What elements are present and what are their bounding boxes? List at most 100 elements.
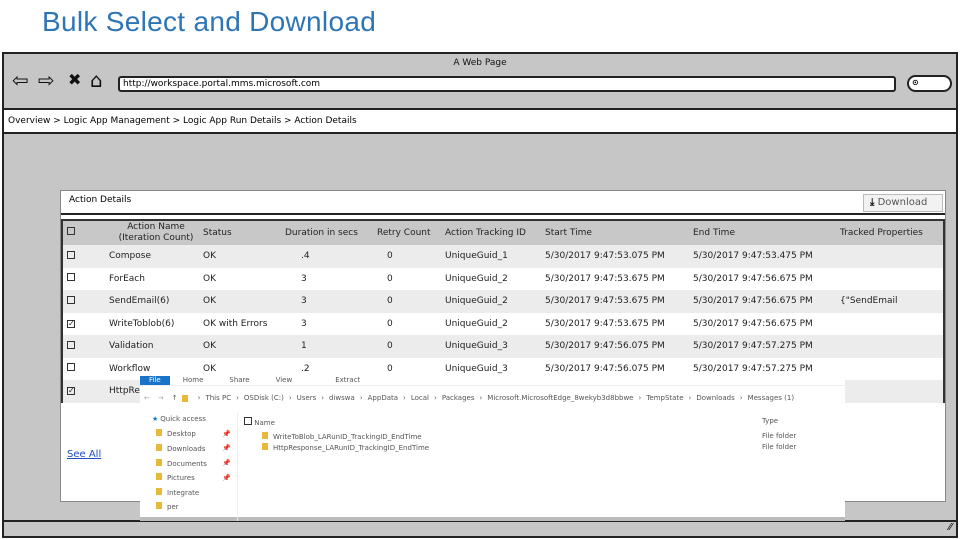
cell-status: OK bbox=[203, 363, 216, 374]
forward-icon[interactable]: → bbox=[154, 394, 168, 402]
nav-item[interactable]: Documents 📌 bbox=[140, 456, 237, 471]
nav-item[interactable]: Pictures 📌 bbox=[140, 470, 237, 485]
nav-item[interactable]: Integrate bbox=[140, 485, 237, 500]
download-icon: ⤓ bbox=[870, 197, 875, 208]
table-header: Action Name (Iteration Count) Status Dur… bbox=[63, 221, 943, 245]
cell-duration: 1 bbox=[301, 341, 307, 352]
pin-icon: 📌 bbox=[222, 444, 231, 453]
cell-start: 5/30/2017 9:47:53.075 PM bbox=[545, 251, 665, 262]
path-segment[interactable]: OSDisk (C:) bbox=[244, 394, 284, 402]
row-checkbox[interactable] bbox=[67, 295, 75, 304]
back-icon[interactable]: ← bbox=[140, 394, 154, 402]
breadcrumb[interactable]: Overview > Logic App Management > Logic … bbox=[4, 108, 956, 134]
path-segment[interactable]: Downloads bbox=[696, 394, 734, 402]
row-checkbox[interactable]: ✓ bbox=[67, 319, 75, 328]
select-checkbox[interactable] bbox=[244, 417, 252, 425]
table-row[interactable]: ✓ WriteToblob(6) OK with Errors 3 0 UniqueGui… bbox=[63, 313, 943, 336]
cell-retry: 0 bbox=[387, 273, 393, 284]
cell-retry: 0 bbox=[387, 363, 393, 374]
cell-duration: 3 bbox=[301, 318, 307, 329]
cell-name: SendEmail(6) bbox=[109, 296, 170, 307]
cell-status: OK bbox=[203, 251, 216, 262]
cell-end: 5/30/2017 9:47:57.275 PM bbox=[693, 341, 813, 352]
path-segment[interactable]: TempState bbox=[646, 394, 683, 402]
see-all-link[interactable]: See All bbox=[67, 449, 101, 460]
path-segment[interactable]: Packages bbox=[442, 394, 475, 402]
path-segment[interactable]: Local bbox=[411, 394, 429, 402]
folder-icon bbox=[156, 443, 162, 451]
col-header[interactable]: Action Tracking ID bbox=[445, 228, 545, 239]
folder-icon bbox=[156, 429, 162, 437]
download-button[interactable]: ⤓ Download bbox=[863, 194, 943, 212]
home-icon[interactable]: ⌂ bbox=[90, 70, 103, 90]
cell-name: ForEach bbox=[109, 273, 145, 284]
table-row[interactable]: ForEach OK 3 0 UniqueGuid_2 5/30/2017 9:47:53… bbox=[63, 268, 943, 291]
col-header[interactable]: End Time bbox=[693, 228, 840, 239]
tab-view[interactable]: View bbox=[263, 376, 306, 385]
col-header[interactable]: Start Time bbox=[545, 228, 693, 239]
quick-access[interactable]: ★ Quick access bbox=[140, 412, 237, 427]
row-checkbox[interactable] bbox=[67, 363, 75, 372]
name-header[interactable]: Name bbox=[254, 419, 275, 427]
cell-retry: 0 bbox=[387, 341, 393, 352]
table-row[interactable]: SendEmail(6) OK 3 0 UniqueGuid_2 5/30/2017 9:… bbox=[63, 290, 943, 313]
star-icon: ★ bbox=[152, 415, 159, 424]
back-icon[interactable]: ⇦ bbox=[12, 70, 29, 90]
cell-retry: 0 bbox=[387, 296, 393, 307]
nav-item[interactable]: Downloads 📌 bbox=[140, 441, 237, 456]
row-checkbox[interactable] bbox=[67, 340, 75, 349]
row-checkbox[interactable] bbox=[67, 250, 75, 259]
search-button[interactable]: ⊙ bbox=[907, 75, 952, 92]
forward-icon[interactable]: ⇨ bbox=[38, 70, 55, 90]
tab-home[interactable]: Home bbox=[170, 376, 217, 385]
select-all-checkbox[interactable] bbox=[67, 227, 75, 235]
cell-status: OK with Errors bbox=[203, 318, 268, 329]
path-segment[interactable]: This PC bbox=[205, 394, 231, 402]
cell-start: 5/30/2017 9:47:53.675 PM bbox=[545, 273, 665, 284]
url-input[interactable]: http://workspace.portal.mms.microsoft.co… bbox=[118, 76, 896, 92]
cell-tracking: UniqueGuid_2 bbox=[445, 273, 508, 284]
tab-share[interactable]: Share bbox=[216, 376, 262, 385]
cell-end: 5/30/2017 9:47:56.675 PM bbox=[693, 318, 813, 329]
up-icon[interactable]: ↑ bbox=[168, 394, 182, 402]
tab-extract[interactable]: Extract bbox=[305, 376, 373, 385]
cell-tracking: UniqueGuid_1 bbox=[445, 251, 508, 262]
cell-status: OK bbox=[203, 341, 216, 352]
path-segment[interactable]: Microsoft.MicrosoftEdge_8wekyb3d8bbwe bbox=[487, 394, 633, 402]
folder-icon bbox=[156, 473, 162, 481]
col-header[interactable]: Action Name (Iteration Count) bbox=[109, 222, 203, 244]
cell-tracking: UniqueGuid_3 bbox=[445, 341, 508, 352]
address-bar[interactable]: ← → ↑ › This PC › OSDisk (C:) › Users › diwswa ›… bbox=[140, 390, 845, 406]
col-header[interactable]: Duration in secs bbox=[285, 228, 377, 239]
folder-icon bbox=[156, 487, 162, 495]
path-segment[interactable]: Messages (1) bbox=[748, 394, 794, 402]
col-header[interactable]: Retry Count bbox=[377, 228, 445, 239]
path-segment[interactable]: AppData bbox=[368, 394, 398, 402]
row-checkbox[interactable] bbox=[67, 273, 75, 282]
row-checkbox[interactable]: ✓ bbox=[67, 387, 75, 396]
folder-icon bbox=[262, 443, 268, 450]
folder-icon bbox=[156, 458, 162, 466]
folder-icon bbox=[181, 394, 188, 402]
stop-icon[interactable]: ✖ bbox=[68, 70, 81, 90]
col-header[interactable]: Tracked Properties bbox=[840, 228, 943, 239]
actions-table: Action Name (Iteration Count) Status Dur… bbox=[61, 219, 945, 403]
panel-title: Action Details bbox=[69, 195, 132, 205]
cell-status: OK bbox=[203, 273, 216, 284]
nav-item[interactable]: per bbox=[140, 500, 237, 515]
cell-tracking: UniqueGuid_2 bbox=[445, 296, 508, 307]
path-segment[interactable]: Users bbox=[297, 394, 317, 402]
cell-duration: .4 bbox=[301, 251, 310, 262]
cell-duration: .2 bbox=[301, 363, 310, 374]
cell-end: 5/30/2017 9:47:53.475 PM bbox=[693, 251, 813, 262]
table-row[interactable]: Validation OK 1 0 UniqueGuid_3 5/30/2017 9:47… bbox=[63, 335, 943, 358]
col-header[interactable]: Status bbox=[203, 228, 285, 239]
tab-file[interactable]: File bbox=[140, 376, 170, 385]
cell-tracking: UniqueGuid_3 bbox=[445, 363, 508, 374]
nav-item[interactable]: Desktop 📌 bbox=[140, 427, 237, 442]
resize-grip-icon[interactable]: ⁄⁄ bbox=[949, 522, 952, 533]
type-header[interactable]: Type bbox=[762, 417, 778, 425]
table-row[interactable]: Compose OK .4 0 UniqueGuid_1 5/30/2017 9:47:5… bbox=[63, 245, 943, 268]
cell-end: 5/30/2017 9:47:56.675 PM bbox=[693, 273, 813, 284]
path-segment[interactable]: diwswa bbox=[329, 394, 355, 402]
